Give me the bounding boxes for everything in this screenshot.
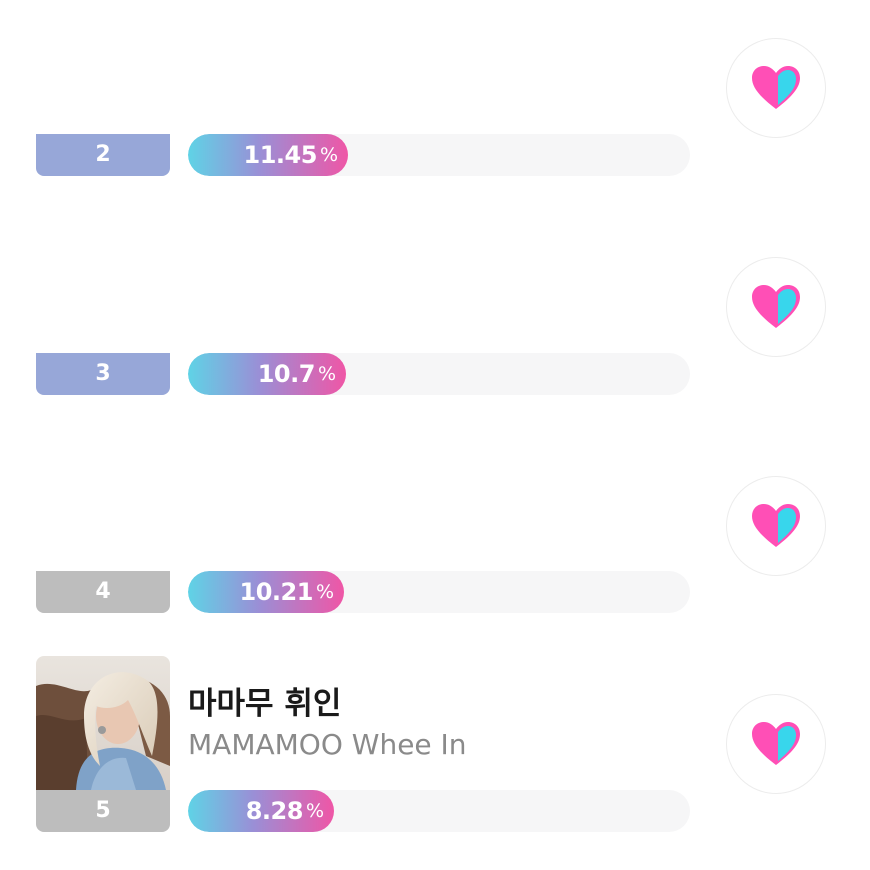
vote-percent-value: 8.28 — [245, 797, 304, 825]
vote-percent-fill: 10.7 % — [188, 353, 346, 395]
vote-percent-bar: 10.7 % — [188, 353, 690, 395]
vote-button[interactable] — [726, 476, 826, 576]
percent-sign: % — [317, 363, 336, 385]
percent-sign: % — [319, 144, 338, 166]
artist-name-english: MAMAMOO Whee In — [188, 728, 467, 761]
vote-percent-value: 11.45 — [243, 141, 318, 169]
vote-percent-value: 10.21 — [239, 578, 314, 606]
rank-badge: 2 — [36, 134, 170, 176]
heart-icon — [752, 285, 800, 328]
rank-badge: 4 — [36, 571, 170, 613]
vote-percent-fill: 8.28 % — [188, 790, 334, 832]
rank-badge: 5 — [36, 790, 170, 832]
vote-percent-bar: 10.21 % — [188, 571, 690, 613]
vote-percent-fill: 10.21 % — [188, 571, 344, 613]
vote-percent-bar: 11.45 % — [188, 134, 690, 176]
vote-percent-bar: 8.28 % — [188, 790, 690, 832]
percent-sign: % — [315, 581, 334, 603]
vote-button[interactable] — [726, 257, 826, 357]
vote-percent-value: 10.7 — [257, 360, 316, 388]
artist-name-korean: 마마무 휘인 — [188, 686, 342, 722]
percent-sign: % — [305, 800, 324, 822]
heart-icon — [752, 722, 800, 765]
rank-badge: 3 — [36, 353, 170, 395]
vote-percent-fill: 11.45 % — [188, 134, 348, 176]
artist-photo — [36, 656, 170, 790]
heart-icon — [752, 504, 800, 547]
heart-icon — [752, 66, 800, 109]
vote-button[interactable] — [726, 38, 826, 138]
vote-button[interactable] — [726, 694, 826, 794]
